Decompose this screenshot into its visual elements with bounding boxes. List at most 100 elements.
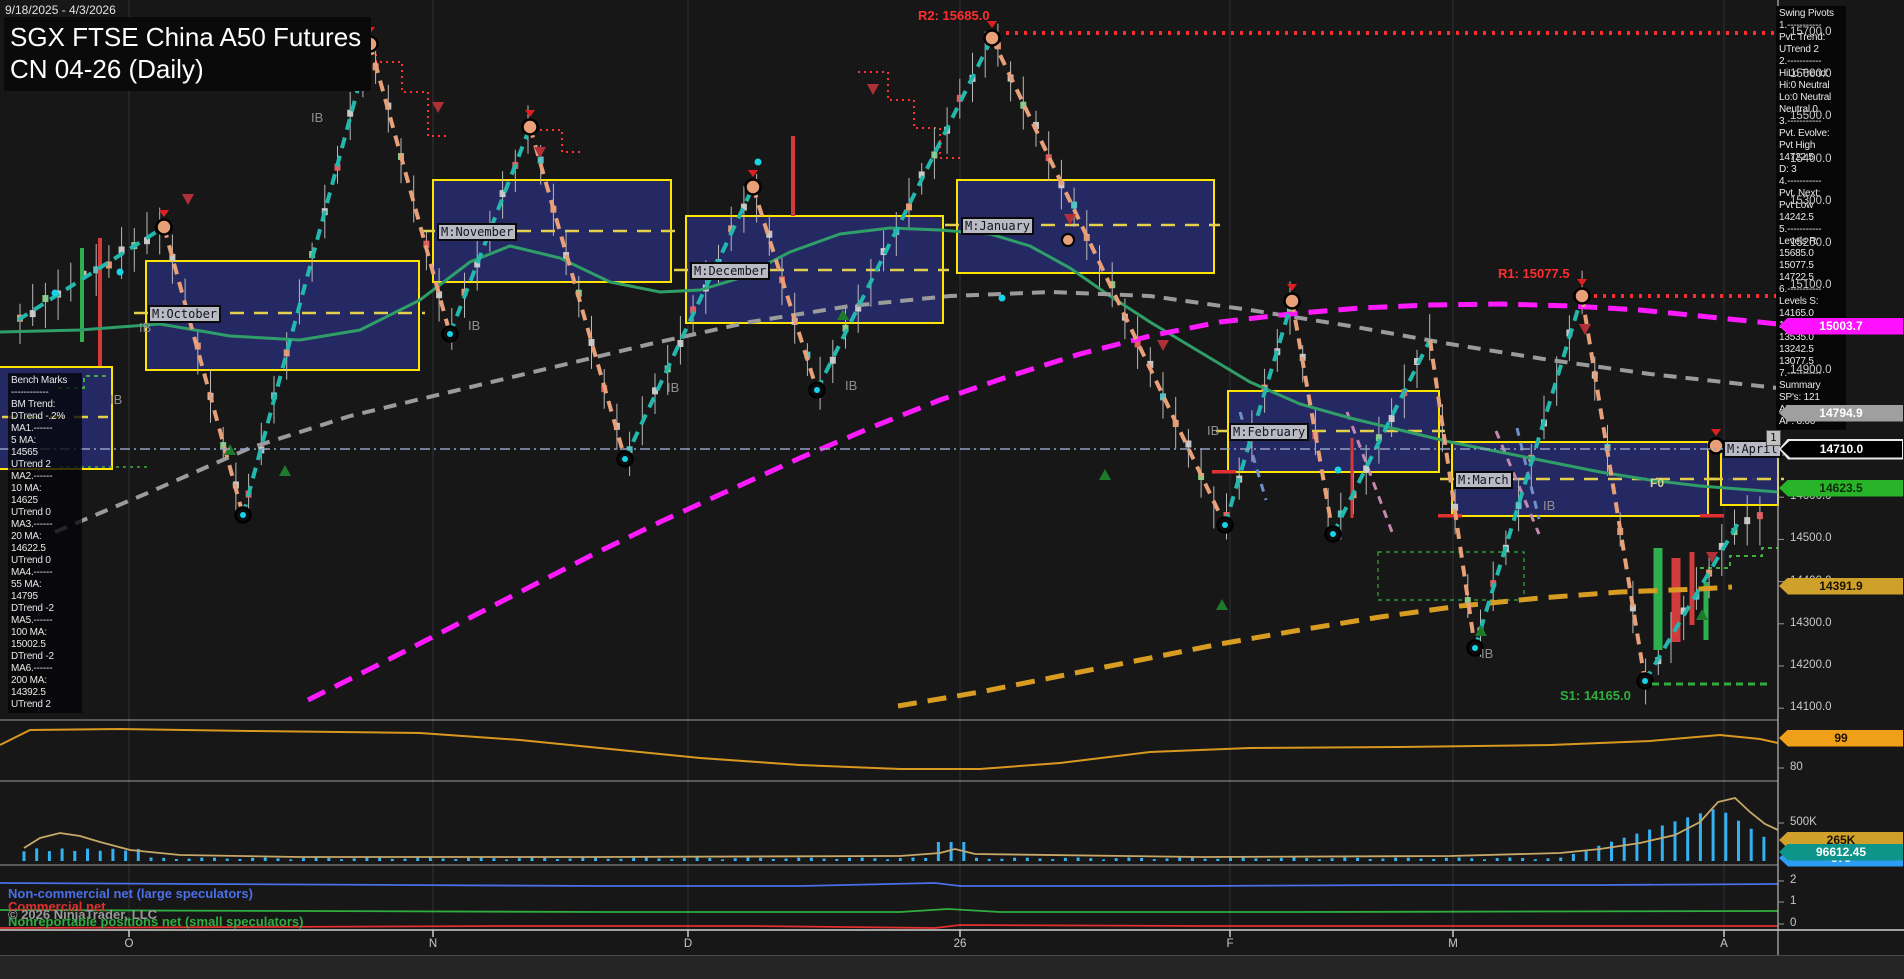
- last-price-tag: 14710.0: [1781, 441, 1902, 458]
- swing-high-marker: [523, 120, 538, 135]
- bench-marks-line: 5 MA:: [11, 435, 79, 447]
- price-tick-label: 15100.0: [1790, 279, 1832, 291]
- bench-marks-line: MA5.------: [11, 615, 79, 627]
- ib-label: IB: [1543, 498, 1555, 513]
- ib-label: IB: [139, 320, 151, 335]
- swing-low-dot: [1642, 678, 1648, 684]
- bench-marks-line: 100 MA:: [11, 627, 79, 639]
- swing-pivots-line: UTrend 2: [1779, 44, 1843, 56]
- ma55-price-tag: 14794.9: [1779, 405, 1903, 422]
- bench-marks-line: 55 MA:: [11, 579, 79, 591]
- bench-marks-line: UTrend 2: [11, 699, 79, 711]
- bench-marks-line: 14622.5: [11, 543, 79, 555]
- cot-legend-3: Nonreportable positions net (small specu…: [8, 914, 303, 929]
- swing-pivots-line: Pvt. Evolve:: [1779, 128, 1843, 140]
- price-tick-label: 15700.0: [1790, 26, 1832, 38]
- level-label-r2: R2: 15685.0: [918, 8, 990, 23]
- bench-marks-line: 14565: [11, 447, 79, 459]
- swing-pivots-line: Lo:0 Neutral: [1779, 92, 1843, 104]
- bench-marks-panel: Bench Marks------------BM Trend:DTrend -…: [8, 373, 82, 713]
- month-label-october: M:October: [148, 305, 221, 323]
- box-edge-accent: [1438, 514, 1462, 518]
- bench-marks-line: 15002.5: [11, 639, 79, 651]
- box-edge-accent: [1212, 470, 1236, 474]
- ib-label: IB: [845, 378, 857, 393]
- time-axis-label-D: D: [684, 938, 692, 950]
- price-tick-label: 15400.0: [1790, 153, 1832, 165]
- ninjatrader-chart-window: 9/18/2025 - 4/3/2026 SGX FTSE China A50 …: [0, 0, 1904, 979]
- ib-label: IB: [311, 110, 323, 125]
- swing-low-dot: [814, 387, 820, 393]
- swing-low-dot: [1330, 531, 1336, 537]
- swing-pivots-line: 14242.5: [1779, 212, 1843, 224]
- instrument-name: SGX FTSE China A50 Futures: [10, 21, 361, 53]
- bench-marks-line: ------------: [11, 387, 79, 399]
- candlestick-body: [931, 151, 937, 158]
- level-label-s1: S1: 14165.0: [1560, 688, 1631, 703]
- ma200-price-tag: 14391.9: [1779, 578, 1903, 595]
- ib-label: IB: [667, 380, 679, 395]
- bench-marks-line: 14625: [11, 495, 79, 507]
- bench-marks-line: DTrend -.2%: [11, 411, 79, 423]
- swing-high-marker: [1285, 294, 1300, 309]
- candlestick-body: [30, 310, 36, 317]
- signal-dot: [999, 295, 1006, 302]
- panel-tick-label: 0: [1790, 917, 1796, 929]
- swing-pivots-line: Swing Pivots: [1779, 8, 1843, 20]
- price-tick-label: 14100.0: [1790, 701, 1832, 713]
- swing-pivots-line: Pvt High: [1779, 140, 1843, 152]
- panel-tick-label: 80: [1790, 761, 1803, 773]
- swing-pivots-line: 13242.5: [1779, 344, 1843, 356]
- swing-pivots-line: 4.-----------: [1779, 176, 1843, 188]
- candlestick-body: [284, 349, 290, 356]
- time-axis-label-A: A: [1720, 938, 1728, 950]
- contract-period: CN 04-26 (Daily): [10, 53, 361, 85]
- chart-canvas[interactable]: [0, 0, 1904, 979]
- level-label-r1: R1: 15077.5: [1498, 266, 1570, 281]
- time-axis-label-M: M: [1448, 938, 1458, 950]
- ib-label: IB: [110, 392, 122, 407]
- time-axis-label-F: F: [1226, 938, 1233, 950]
- fibonacci-zero-label: F0: [1650, 476, 1664, 490]
- candlestick-body: [42, 295, 48, 302]
- month-label-december: M:December: [690, 262, 770, 280]
- ib-label: IB: [1207, 423, 1219, 438]
- date-range: 9/18/2025 - 4/3/2026: [5, 3, 116, 17]
- price-tick-label: 15200.0: [1790, 237, 1832, 249]
- month-label-march: M:March: [1454, 471, 1513, 489]
- time-axis-label-N: N: [429, 938, 437, 950]
- bench-marks-line: UTrend 0: [11, 555, 79, 567]
- bench-marks-line: BM Trend:: [11, 399, 79, 411]
- bench-marks-line: UTrend 2: [11, 459, 79, 471]
- price-tick-label: 14200.0: [1790, 659, 1832, 671]
- swing-high-marker: [1575, 289, 1590, 304]
- swing-pivots-line: Levels S:: [1779, 296, 1843, 308]
- signal-dot: [1335, 467, 1342, 474]
- swing-low-dot: [1472, 645, 1478, 651]
- ma100-price-tag: 15003.7: [1779, 318, 1903, 335]
- signal-dot: [755, 159, 762, 166]
- swing-high-marker: [157, 220, 172, 235]
- signal-dot: [117, 269, 124, 276]
- price-tick-label: 15300.0: [1790, 195, 1832, 207]
- panel-tick-label: 2: [1790, 874, 1796, 886]
- chart-title: SGX FTSE China A50 Futures CN 04-26 (Dai…: [4, 17, 371, 91]
- price-tick-label: 15500.0: [1790, 110, 1832, 122]
- bench-marks-line: MA1.------: [11, 423, 79, 435]
- price-tick-label: 14900.0: [1790, 364, 1832, 376]
- bench-marks-line: MA6.------: [11, 663, 79, 675]
- candlestick-body: [1757, 512, 1763, 519]
- box-edge-accent: [1700, 514, 1724, 518]
- bench-marks-line: 200 MA:: [11, 675, 79, 687]
- panel-tick-label: 500K: [1790, 816, 1817, 828]
- price-tick-label: 15600.0: [1790, 68, 1832, 80]
- month-label-february: M:February: [1229, 423, 1309, 441]
- bench-marks-line: MA4.------: [11, 567, 79, 579]
- pivot-evolve-marker: [1062, 234, 1074, 246]
- swing-pivots-line: SP's: 121: [1779, 392, 1843, 404]
- ib-label: IB: [1481, 646, 1493, 661]
- swing-low-dot: [447, 331, 453, 337]
- swing-pivots-line: D: 3: [1779, 164, 1843, 176]
- ib-label: IB: [468, 318, 480, 333]
- time-axis-label-O: O: [125, 938, 134, 950]
